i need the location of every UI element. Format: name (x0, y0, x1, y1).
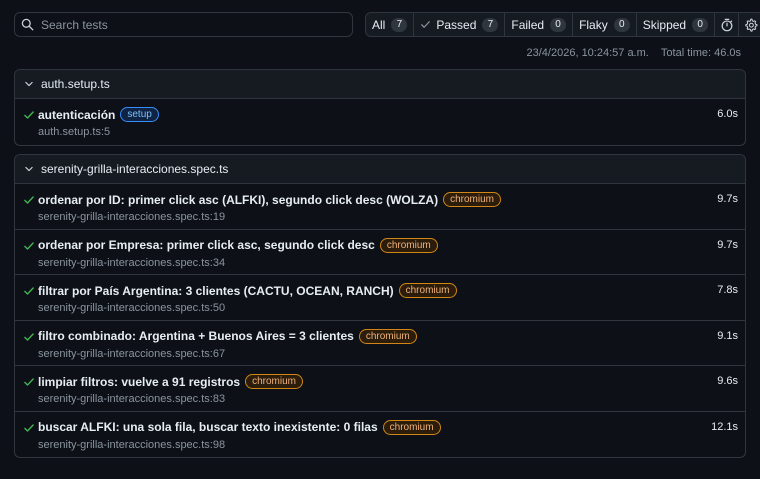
project-tag[interactable]: chromium (358, 328, 417, 344)
filter-skipped-count: 0 (692, 17, 709, 32)
report-datetime: 23/4/2026, 10:24:57 a.m. (526, 47, 649, 59)
gear-icon (745, 18, 758, 32)
project-tag[interactable]: chromium (382, 419, 441, 435)
stopwatch-icon (721, 18, 733, 31)
status-filter-bar: All 7 Passed 7 Failed 0 Flaky 0 Skipped … (365, 12, 760, 37)
check-icon (421, 21, 431, 28)
project-tag[interactable]: chromium (379, 237, 438, 253)
filter-all[interactable]: All 7 (366, 13, 415, 36)
test-location: serenity-grilla-interacciones.spec.ts:19 (38, 211, 226, 223)
test-location: serenity-grilla-interacciones.spec.ts:50 (38, 302, 226, 314)
filter-all-count: 7 (391, 17, 408, 32)
project-tag[interactable]: chromium (398, 283, 457, 298)
filter-flaky[interactable]: Flaky 0 (573, 13, 637, 36)
passed-check-icon (24, 332, 34, 341)
speedboard-button[interactable] (715, 13, 740, 36)
test-title[interactable]: ordenar por Empresa: primer click asc, s… (38, 238, 375, 252)
test-title[interactable]: autenticación (38, 108, 115, 122)
test-title[interactable]: filtro combinado: Argentina + Buenos Air… (38, 329, 354, 343)
search-icon (21, 18, 34, 31)
project-tag[interactable]: chromium (443, 192, 501, 207)
report-metadata: 23/4/2026, 10:24:57 a.m. Total time: 46.… (527, 47, 741, 59)
filter-flaky-count: 0 (613, 17, 630, 32)
test-title[interactable]: ordenar por ID: primer click asc (ALFKI)… (38, 193, 438, 207)
test-duration: 12.1s (711, 420, 738, 433)
filter-flaky-label: Flaky (579, 17, 608, 32)
file-group-serenity-grilla: serenity-grilla-interacciones.spec.ts or… (14, 154, 746, 458)
test-row[interactable]: filtro combinado: Argentina + Buenos Air… (15, 321, 745, 366)
test-title[interactable]: buscar ALFKI: una sola fila, buscar text… (38, 420, 378, 434)
passed-check-icon (24, 287, 34, 295)
test-duration: 9.1s (717, 329, 738, 342)
project-tag[interactable]: setup (120, 107, 159, 122)
settings-button[interactable] (739, 13, 760, 36)
chevron-down-icon (25, 81, 33, 87)
test-row[interactable]: ordenar por ID: primer click asc (ALFKI)… (15, 184, 745, 230)
test-row[interactable]: limpiar filtros: vuelve a 91 registros ch… (15, 366, 745, 412)
search-input[interactable] (41, 17, 341, 32)
test-location: auth.setup.ts:5 (38, 126, 111, 138)
test-location: serenity-grilla-interacciones.spec.ts:34 (38, 256, 226, 269)
search-box[interactable] (14, 12, 353, 37)
filter-passed[interactable]: Passed 7 (414, 13, 506, 36)
file-name: serenity-grilla-interacciones.spec.ts (41, 162, 229, 176)
passed-check-icon (24, 196, 34, 204)
project-tag[interactable]: chromium (245, 374, 303, 389)
test-location: serenity-grilla-interacciones.spec.ts:67 (38, 347, 226, 360)
passed-check-icon (24, 111, 34, 119)
chevron-down-icon (25, 166, 33, 172)
test-row[interactable]: ordenar por Empresa: primer click asc, s… (15, 230, 745, 275)
test-location: serenity-grilla-interacciones.spec.ts:98 (38, 438, 226, 451)
toolbar: All 7 Passed 7 Failed 0 Flaky 0 Skipped … (14, 12, 760, 37)
file-name: auth.setup.ts (41, 77, 110, 91)
filter-failed[interactable]: Failed 0 (505, 13, 574, 36)
passed-check-icon (24, 423, 34, 432)
test-duration: 9.7s (717, 238, 738, 251)
file-group-header[interactable]: auth.setup.ts (15, 70, 745, 99)
test-duration: 9.7s (717, 193, 738, 205)
filter-skipped[interactable]: Skipped 0 (637, 13, 716, 36)
filter-passed-label: Passed (436, 17, 477, 32)
test-duration: 7.8s (717, 284, 738, 296)
filter-passed-count: 7 (482, 17, 499, 32)
test-duration: 6.0s (717, 108, 738, 120)
test-duration: 9.6s (717, 375, 738, 387)
file-group-header[interactable]: serenity-grilla-interacciones.spec.ts (15, 155, 745, 184)
file-group-auth-setup: auth.setup.ts autenticación setup auth.se… (14, 69, 746, 146)
test-row[interactable]: filtrar por País Argentina: 3 clientes (… (15, 275, 745, 321)
filter-failed-count: 0 (550, 17, 567, 32)
test-location: serenity-grilla-interacciones.spec.ts:83 (38, 393, 226, 405)
total-time: Total time: 46.0s (660, 47, 741, 59)
test-title[interactable]: limpiar filtros: vuelve a 91 registros (38, 375, 240, 389)
passed-check-icon (24, 378, 34, 386)
test-row[interactable]: buscar ALFKI: una sola fila, buscar text… (15, 412, 745, 458)
filter-failed-label: Failed (511, 17, 545, 32)
filter-all-label: All (372, 17, 386, 32)
filter-skipped-label: Skipped (642, 17, 687, 32)
test-row[interactable]: autenticación setup auth.setup.ts:5 6.0s (15, 99, 745, 145)
test-title[interactable]: filtrar por País Argentina: 3 clientes (… (38, 284, 394, 298)
passed-check-icon (24, 241, 34, 250)
